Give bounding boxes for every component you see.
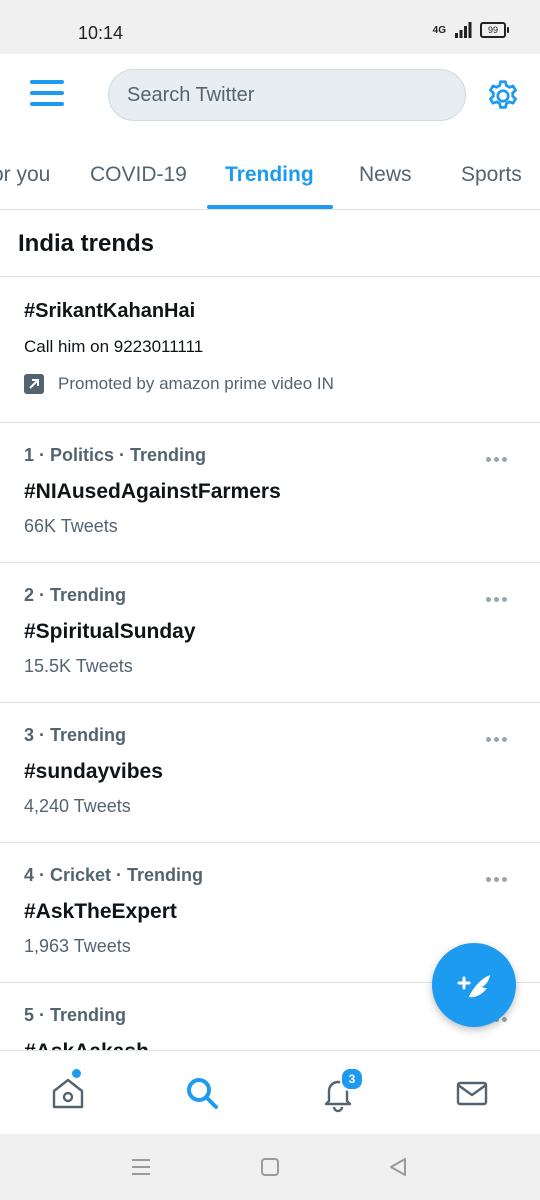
home-tab[interactable] — [48, 1069, 88, 1113]
promoted-hashtag: #SrikantKahanHai — [24, 300, 196, 322]
search-input[interactable]: Search Twitter — [108, 69, 466, 121]
network-label: 4G — [432, 24, 446, 36]
status-bar: 10:14 4G 99 — [0, 0, 540, 54]
app-header: Search Twitter — [0, 54, 540, 140]
promoted-arrow-icon — [24, 374, 44, 394]
trend-hashtag: #NIAusedAgainstFarmers — [24, 480, 281, 503]
home-new-indicator — [72, 1069, 81, 1078]
trend-meta: 3 · Trending — [24, 725, 127, 745]
trend-meta: 1 · Politics · Trending — [24, 445, 207, 465]
status-icons: 4G 99 — [432, 22, 509, 38]
promoted-description: Call him on 9223011111 — [24, 337, 204, 356]
trend-item[interactable]: 1 · Politics · Trending #NIAusedAgainstF… — [0, 423, 540, 563]
tab-for-you[interactable]: or you — [0, 140, 50, 209]
section-header: India trends — [0, 210, 540, 277]
trend-meta: 5 · Trending — [24, 1005, 127, 1025]
trend-hashtag: #sundayvibes — [24, 760, 163, 783]
promoted-by-text: Promoted by amazon prime video IN — [58, 374, 334, 393]
gear-icon[interactable] — [485, 78, 521, 114]
twitter-explore-screen: 10:14 4G 99 Search Twitter or you COVID-… — [0, 0, 540, 1200]
tab-covid-19[interactable]: COVID-19 — [90, 140, 187, 209]
bottom-navigation: 3 — [0, 1050, 540, 1134]
signal-icon — [455, 22, 472, 38]
search-icon — [187, 1078, 218, 1109]
trend-meta: 2 · Trending — [24, 585, 127, 605]
notification-badge: 3 — [340, 1067, 364, 1091]
hamburger-menu-icon[interactable] — [30, 80, 64, 110]
mail-icon — [456, 1081, 488, 1106]
home-icon — [52, 1078, 84, 1109]
promoted-trend[interactable]: #SrikantKahanHai Call him on 9223011111 … — [0, 277, 540, 423]
promoted-by-line: Promoted by amazon prime video IN — [24, 374, 334, 394]
compose-tweet-button[interactable] — [432, 943, 516, 1027]
back-triangle-icon[interactable] — [387, 1156, 409, 1178]
more-options-icon[interactable] — [486, 869, 510, 882]
explore-tab[interactable] — [182, 1073, 222, 1113]
messages-tab[interactable] — [452, 1073, 492, 1113]
section-title: India trends — [18, 230, 155, 257]
compose-feather-icon — [457, 975, 490, 999]
status-time: 10:14 — [78, 23, 124, 43]
more-options-icon[interactable] — [486, 589, 510, 602]
trend-tweet-count: 4,240 Tweets — [24, 796, 131, 816]
tab-trending[interactable]: Trending — [225, 140, 314, 209]
trend-hashtag: #SpiritualSunday — [24, 620, 196, 643]
more-options-icon[interactable] — [486, 729, 510, 742]
explore-tabs: or you COVID-19 Trending News Sports — [0, 140, 540, 210]
trend-hashtag: #AskTheExpert — [24, 900, 177, 923]
tab-sports[interactable]: Sports — [461, 140, 522, 209]
notifications-tab[interactable]: 3 — [318, 1067, 364, 1113]
trend-item[interactable]: 3 · Trending #sundayvibes 4,240 Tweets — [0, 703, 540, 843]
system-navigation-bar — [0, 1134, 540, 1200]
trend-item[interactable]: 2 · Trending #SpiritualSunday 15.5K Twee… — [0, 563, 540, 703]
trend-tweet-count: 66K Tweets — [24, 516, 118, 536]
battery-icon: 99 — [480, 22, 509, 38]
trend-meta: 4 · Cricket · Trending — [24, 865, 204, 885]
home-square-icon[interactable] — [259, 1156, 281, 1178]
more-options-icon[interactable] — [486, 449, 510, 462]
active-tab-indicator — [207, 205, 333, 209]
tab-news[interactable]: News — [359, 140, 412, 209]
trend-tweet-count: 15.5K Tweets — [24, 656, 133, 676]
trend-tweet-count: 1,963 Tweets — [24, 936, 131, 956]
recents-icon[interactable] — [130, 1156, 152, 1178]
